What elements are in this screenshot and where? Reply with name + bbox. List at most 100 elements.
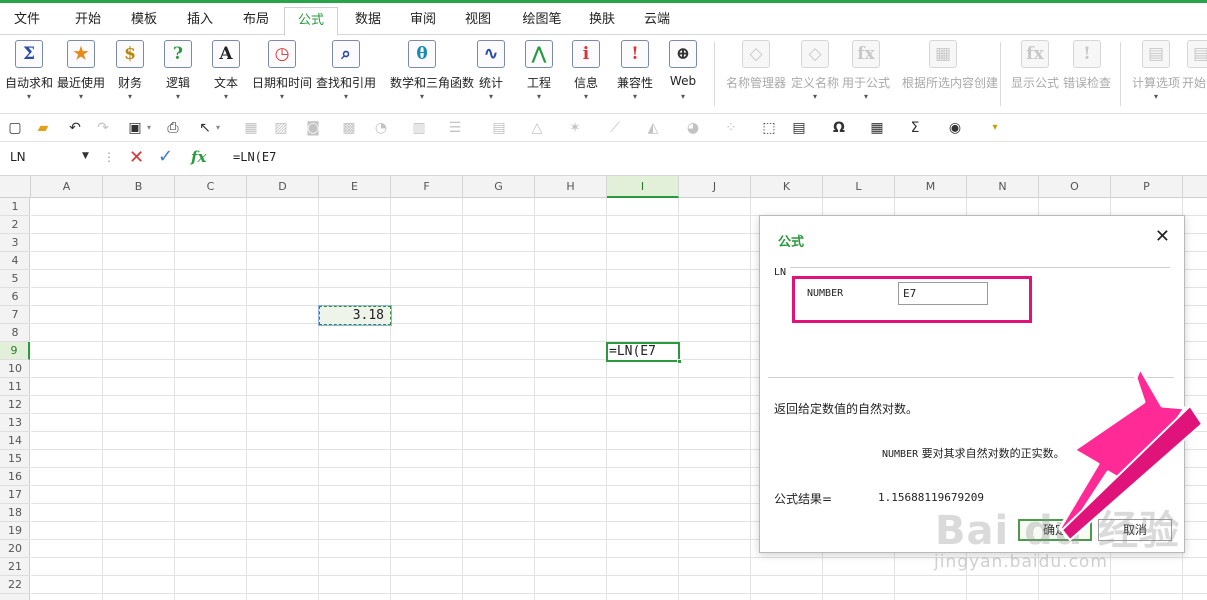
row-header[interactable]: 22 [0,576,30,594]
column-header[interactable]: M [895,176,967,198]
row-header[interactable]: 14 [0,432,30,450]
save-icon[interactable]: ▣ [126,119,144,137]
autosum-button[interactable]: Σ 自动求和 ▾ [5,38,53,110]
eye-icon[interactable]: ◉ [946,119,964,137]
statistics-button[interactable]: ∿ 统计 ▾ [472,38,510,110]
pie-chart-icon[interactable]: ◕ [684,119,702,137]
row-header[interactable]: 17 [0,486,30,504]
tab-home[interactable]: 开始 [62,7,114,35]
triangle-chart-icon[interactable]: △ [528,119,546,137]
new-file-icon[interactable]: ▢ [6,119,24,137]
insert-function-fx-icon[interactable]: fx [191,148,206,166]
row-header[interactable]: 7 [0,306,30,324]
engineering-button[interactable]: ⋀ 工程 ▾ [520,38,558,110]
chevron-down-icon[interactable]: ▾ [216,123,220,132]
confirm-check-icon[interactable]: ✓ [158,146,173,167]
define-name-button[interactable]: ◇ 定义名称 ▾ [791,38,839,110]
row-header[interactable]: 10 [0,360,30,378]
column-header[interactable]: O [1039,176,1111,198]
cell-i9-active[interactable]: =LN(E7 [606,342,682,364]
calc-options-button[interactable]: ▤ 计算选项 ▾ [1132,38,1180,110]
name-manager-button[interactable]: ◇ 名称管理器 [726,38,786,110]
undo-icon[interactable]: ↶ [66,119,84,137]
row-header[interactable]: 5 [0,270,30,288]
print-icon[interactable]: ⎙ [164,119,182,137]
column-header[interactable]: J [679,176,751,198]
compatibility-button[interactable]: ! 兼容性 ▾ [614,38,656,110]
create-from-selection-button[interactable]: ▦ 根据所选内容创建 [902,38,998,110]
use-in-formula-button[interactable]: fx 用于公式 ▾ [842,38,890,110]
hbar-chart-icon[interactable]: ☰ [446,119,464,137]
select-pointer-icon[interactable]: ↖ [196,119,214,137]
grid-icon[interactable]: ▩ [340,119,358,137]
omega-symbol-icon[interactable]: Ω [830,119,848,137]
tab-file[interactable]: 文件 [4,7,50,35]
column-header[interactable]: P [1111,176,1183,198]
row-header[interactable]: 21 [0,558,30,576]
calc-start-button[interactable]: ▤ 开始 [1182,38,1207,110]
information-button[interactable]: i 信息 ▾ [567,38,605,110]
row-header[interactable]: 6 [0,288,30,306]
web-button[interactable]: ⊕ Web ▾ [664,38,702,110]
sum-box-icon[interactable]: Σ [906,119,924,137]
line-chart-icon[interactable]: ⟋ [606,119,624,137]
column-chart-icon[interactable]: ▤ [490,119,508,137]
tab-layout[interactable]: 布局 [230,7,282,35]
picture-icon[interactable]: ▨ [272,119,290,137]
column-header[interactable]: N [967,176,1039,198]
row-header[interactable]: 18 [0,504,30,522]
tab-view[interactable]: 视图 [452,7,504,35]
row-header[interactable]: 1 [0,198,30,216]
star-chart-icon[interactable]: ✶ [566,119,584,137]
row-header[interactable]: 11 [0,378,30,396]
column-header[interactable]: B [103,176,175,198]
lookup-reference-button[interactable]: ⌕ 查找和引用 ▾ [316,38,376,110]
column-header[interactable]: A [31,176,103,198]
row-header[interactable]: 3 [0,234,30,252]
row-header-selected[interactable]: 9 [0,342,30,360]
select-all-corner[interactable] [0,176,31,198]
name-box[interactable]: LN [10,150,26,164]
open-folder-icon[interactable]: ▰ [34,119,52,137]
recent-button[interactable]: ★ 最近使用 ▾ [57,38,105,110]
row-header[interactable]: 20 [0,540,30,558]
list-icon[interactable]: ▤ [790,119,808,137]
row-header[interactable]: 16 [0,468,30,486]
grid-layout-icon[interactable]: ▦ [868,119,886,137]
more-icon[interactable]: ▾ [986,119,1004,137]
tab-data[interactable]: 数据 [342,7,394,35]
formula-input[interactable]: =LN(E7 [233,150,276,164]
tab-templates[interactable]: 模板 [118,7,170,35]
tab-cloud[interactable]: 云端 [632,7,682,35]
show-formulas-button[interactable]: fx 显示公式 [1011,38,1059,110]
tab-insert[interactable]: 插入 [174,7,226,35]
column-header[interactable]: L [823,176,895,198]
finance-button[interactable]: $ 财务 ▾ [110,38,150,110]
row-header[interactable]: 2 [0,216,30,234]
bar-chart-icon[interactable]: ▥ [410,119,428,137]
table-icon[interactable]: ▦ [242,119,260,137]
logic-button[interactable]: ? 逻辑 ▾ [158,38,198,110]
tab-review[interactable]: 审阅 [397,7,449,35]
close-icon[interactable]: ✕ [1155,226,1170,247]
chevron-down-icon[interactable]: ▼ [82,151,89,161]
tab-drawing-pen[interactable]: 绘图笔 [510,7,574,35]
fill-handle[interactable] [677,359,682,364]
column-header[interactable]: E [319,176,391,198]
row-header[interactable]: 15 [0,450,30,468]
row-header[interactable]: 8 [0,324,30,342]
math-trig-button[interactable]: θ 数学和三角函数 ▾ [390,38,474,110]
row-header[interactable]: 19 [0,522,30,540]
cancel-x-icon[interactable]: ✕ [129,147,144,168]
column-header[interactable]: F [391,176,463,198]
select-range-icon[interactable]: ⬚ [760,119,778,137]
column-header[interactable]: C [175,176,247,198]
chevron-down-icon[interactable]: ▾ [147,123,151,132]
shapes-icon[interactable]: ◔ [372,119,390,137]
redo-icon[interactable]: ↷ [94,119,112,137]
tab-skin[interactable]: 换肤 [578,7,626,35]
error-checking-button[interactable]: ! 错误检查 [1063,38,1111,110]
date-time-button[interactable]: ◷ 日期和时间 ▾ [252,38,312,110]
column-header[interactable]: D [247,176,319,198]
row-header[interactable]: 13 [0,414,30,432]
